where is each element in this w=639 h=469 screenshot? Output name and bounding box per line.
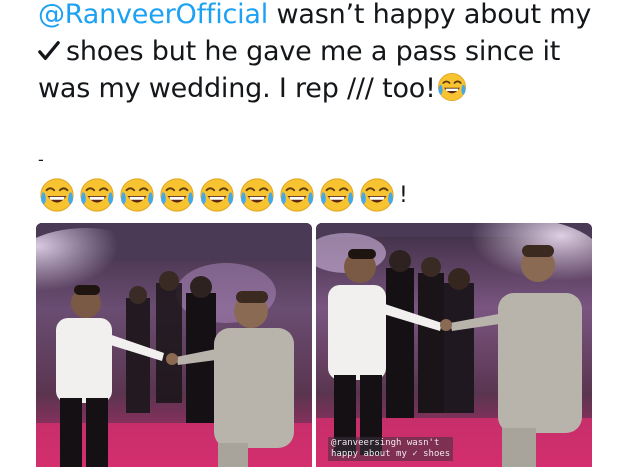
dash-separator: -: [38, 150, 44, 169]
photo-caption: @ranveersingh wasn't happy about my ✓ sh…: [328, 437, 454, 461]
tweet-line-1: @RanveerOfficial wasn’t happy about my: [38, 0, 628, 33]
tweet-line-2-text: shoes but he gave me a pass since it: [66, 36, 561, 67]
tears-of-joy-emoji-icon: [198, 176, 236, 214]
party-dance-photo-icon: [36, 223, 312, 467]
tears-of-joy-emoji-icon: [118, 176, 156, 214]
tears-of-joy-emoji-icon: [278, 176, 316, 214]
photo-right[interactable]: @ranveersingh wasn't happy about my ✓ sh…: [316, 223, 592, 467]
emoji-row: !: [38, 176, 408, 214]
photo-grid: @ranveersingh wasn't happy about my ✓ sh…: [36, 223, 592, 467]
tweet-text: @RanveerOfficial wasn’t happy about my s…: [38, 0, 628, 107]
mention-link[interactable]: @RanveerOfficial: [38, 0, 268, 30]
party-dance-photo-icon: [316, 223, 592, 467]
tears-of-joy-emoji-icon: [436, 71, 468, 103]
tweet-line-3: was my wedding. I rep /// too!: [38, 70, 628, 107]
check-mark-icon: [38, 41, 60, 60]
tears-of-joy-emoji-icon: [238, 176, 276, 214]
tears-of-joy-emoji-icon: [318, 176, 356, 214]
tears-of-joy-emoji-icon: [158, 176, 196, 214]
tweet-line-3-text: was my wedding. I rep /// too!: [38, 73, 436, 104]
tweet-line-1-text: wasn’t happy about my: [268, 0, 592, 30]
tears-of-joy-emoji-icon: [78, 176, 116, 214]
photo-left[interactable]: [36, 223, 312, 467]
tweet-line-2: shoes but he gave me a pass since it: [38, 33, 628, 70]
tears-of-joy-emoji-icon: [38, 176, 76, 214]
exclamation-mark: !: [399, 182, 408, 208]
tears-of-joy-emoji-icon: [358, 176, 396, 214]
